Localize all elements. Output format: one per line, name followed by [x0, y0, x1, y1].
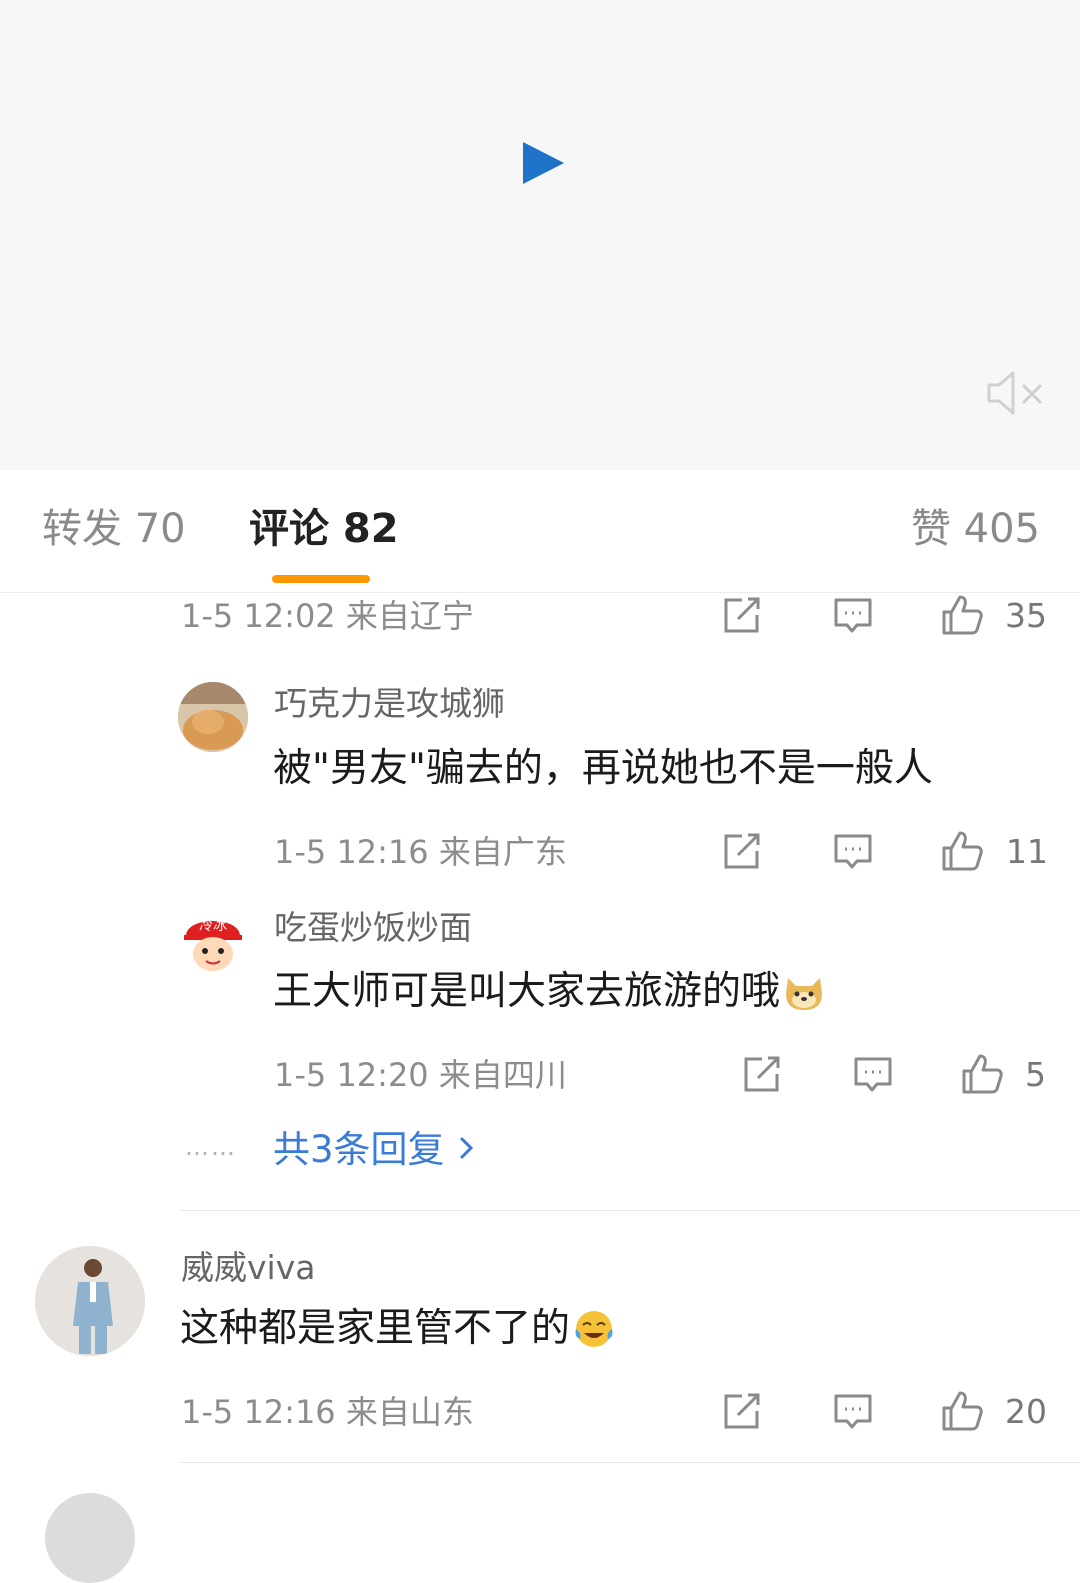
reply-text: 王大师可是叫大家去旅游的哦 [273, 969, 781, 1014]
divider [180, 1210, 1080, 1211]
like-count: 20 [1005, 1392, 1047, 1431]
video-player[interactable] [0, 0, 1080, 470]
comment-icon[interactable] [831, 1389, 875, 1433]
comment-icon[interactable] [831, 593, 875, 637]
avatar[interactable] [45, 1493, 135, 1583]
like-count: 35 [1005, 596, 1047, 635]
tab-comments[interactable]: 评论 82 [249, 505, 399, 553]
thumbs-up-icon[interactable] [940, 593, 984, 637]
svg-text:冷冰: 冷冰 [199, 918, 227, 934]
tab-bar: 转发 70 评论 82 赞 405 [0, 470, 1080, 593]
more-replies-link[interactable]: 共3条回复 [273, 1128, 473, 1172]
avatar[interactable] [35, 1246, 145, 1356]
thumbs-up-icon[interactable] [940, 829, 984, 873]
reply-username[interactable]: 吃蛋炒饭炒面 [274, 908, 472, 948]
more-replies-label: 共3条回复 [273, 1128, 445, 1171]
tab-forward[interactable]: 转发 70 [42, 505, 186, 553]
divider [180, 1462, 1080, 1463]
tab-likes[interactable]: 赞 405 [911, 505, 1040, 553]
reply-username[interactable]: 巧克力是攻城狮 [274, 684, 505, 724]
more-replies-dots: …… [185, 1133, 237, 1161]
like-count: 11 [1006, 832, 1048, 871]
mute-icon[interactable] [985, 368, 1047, 418]
comment-username[interactable]: 威威viva [181, 1248, 315, 1288]
share-icon[interactable] [720, 829, 764, 873]
active-tab-indicator [272, 575, 370, 583]
reply-text: 被"男友"骗去的，再说她也不是一般人 [273, 746, 933, 791]
avatar[interactable]: 冷冰 [178, 906, 248, 976]
avatar[interactable] [178, 682, 248, 752]
reply-text-row: 王大师可是叫大家去旅游的哦 [273, 968, 826, 1016]
reply-meta: 1-5 12:20 来自四川 [274, 1056, 567, 1094]
thumbs-up-icon[interactable] [940, 1389, 984, 1433]
share-icon[interactable] [740, 1052, 784, 1096]
comment-text: 这种都是家里管不了的 [180, 1306, 571, 1351]
reply-meta: 1-5 12:16 来自广东 [274, 833, 567, 871]
play-icon[interactable] [520, 140, 566, 186]
share-icon[interactable] [720, 593, 764, 637]
comment-icon[interactable] [851, 1052, 895, 1096]
doge-emoji [786, 978, 823, 1010]
comment-icon[interactable] [831, 829, 875, 873]
comment-meta: 1-5 12:02 来自辽宁 [181, 597, 474, 635]
chevron-right-icon [459, 1136, 473, 1160]
comment-meta: 1-5 12:16 来自山东 [181, 1393, 474, 1431]
thumbs-up-icon[interactable] [960, 1052, 1004, 1096]
laugh-cry-emoji [575, 1311, 613, 1347]
like-count: 5 [1025, 1055, 1046, 1094]
share-icon[interactable] [720, 1389, 764, 1433]
comment-text-row: 这种都是家里管不了的 [180, 1305, 616, 1353]
